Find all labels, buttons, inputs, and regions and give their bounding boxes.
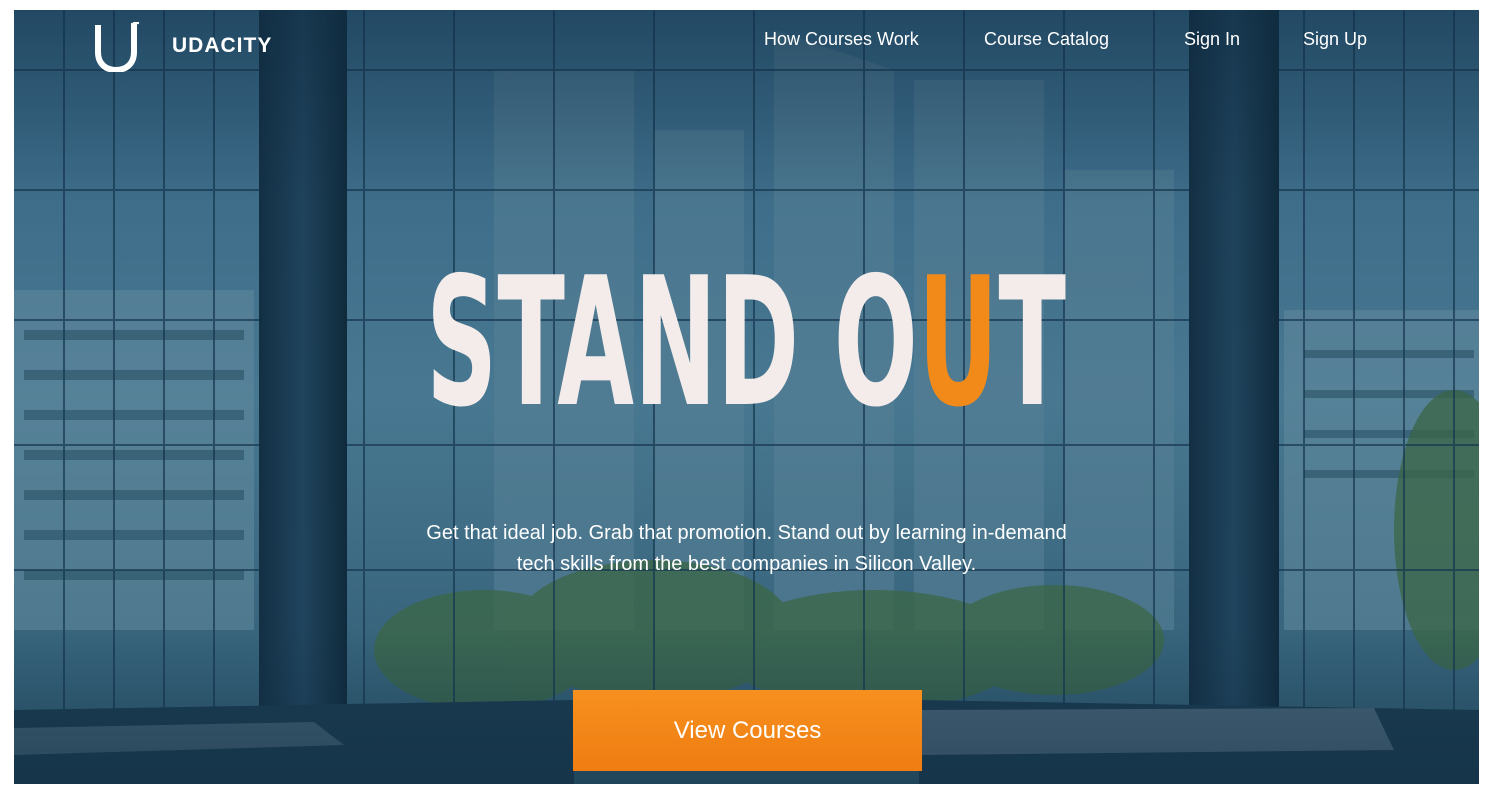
nav-link-course-catalog[interactable]: Course Catalog xyxy=(984,29,1109,50)
hero-section: UDACITY How Courses Work Course Catalog … xyxy=(14,10,1479,784)
headline-text-end: T xyxy=(998,246,1066,416)
hero-headline: STAND OUT xyxy=(426,246,1066,416)
top-navigation: UDACITY How Courses Work Course Catalog … xyxy=(14,10,1479,72)
svg-text:STAND OUT: STAND OUT xyxy=(426,246,1066,416)
nav-link-sign-in[interactable]: Sign In xyxy=(1184,29,1240,50)
headline-text-accent: U xyxy=(918,246,998,416)
nav-link-how-courses-work[interactable]: How Courses Work xyxy=(764,29,919,50)
hero-tagline: Get that ideal job. Grab that promotion.… xyxy=(426,522,1067,575)
nav-link-sign-up[interactable]: Sign Up xyxy=(1303,29,1367,50)
headline-text-white: STAND O xyxy=(426,246,918,416)
brand-name[interactable]: UDACITY xyxy=(172,34,272,58)
udacity-u-logo-icon[interactable] xyxy=(94,22,140,72)
view-courses-button[interactable]: View Courses xyxy=(573,690,922,771)
